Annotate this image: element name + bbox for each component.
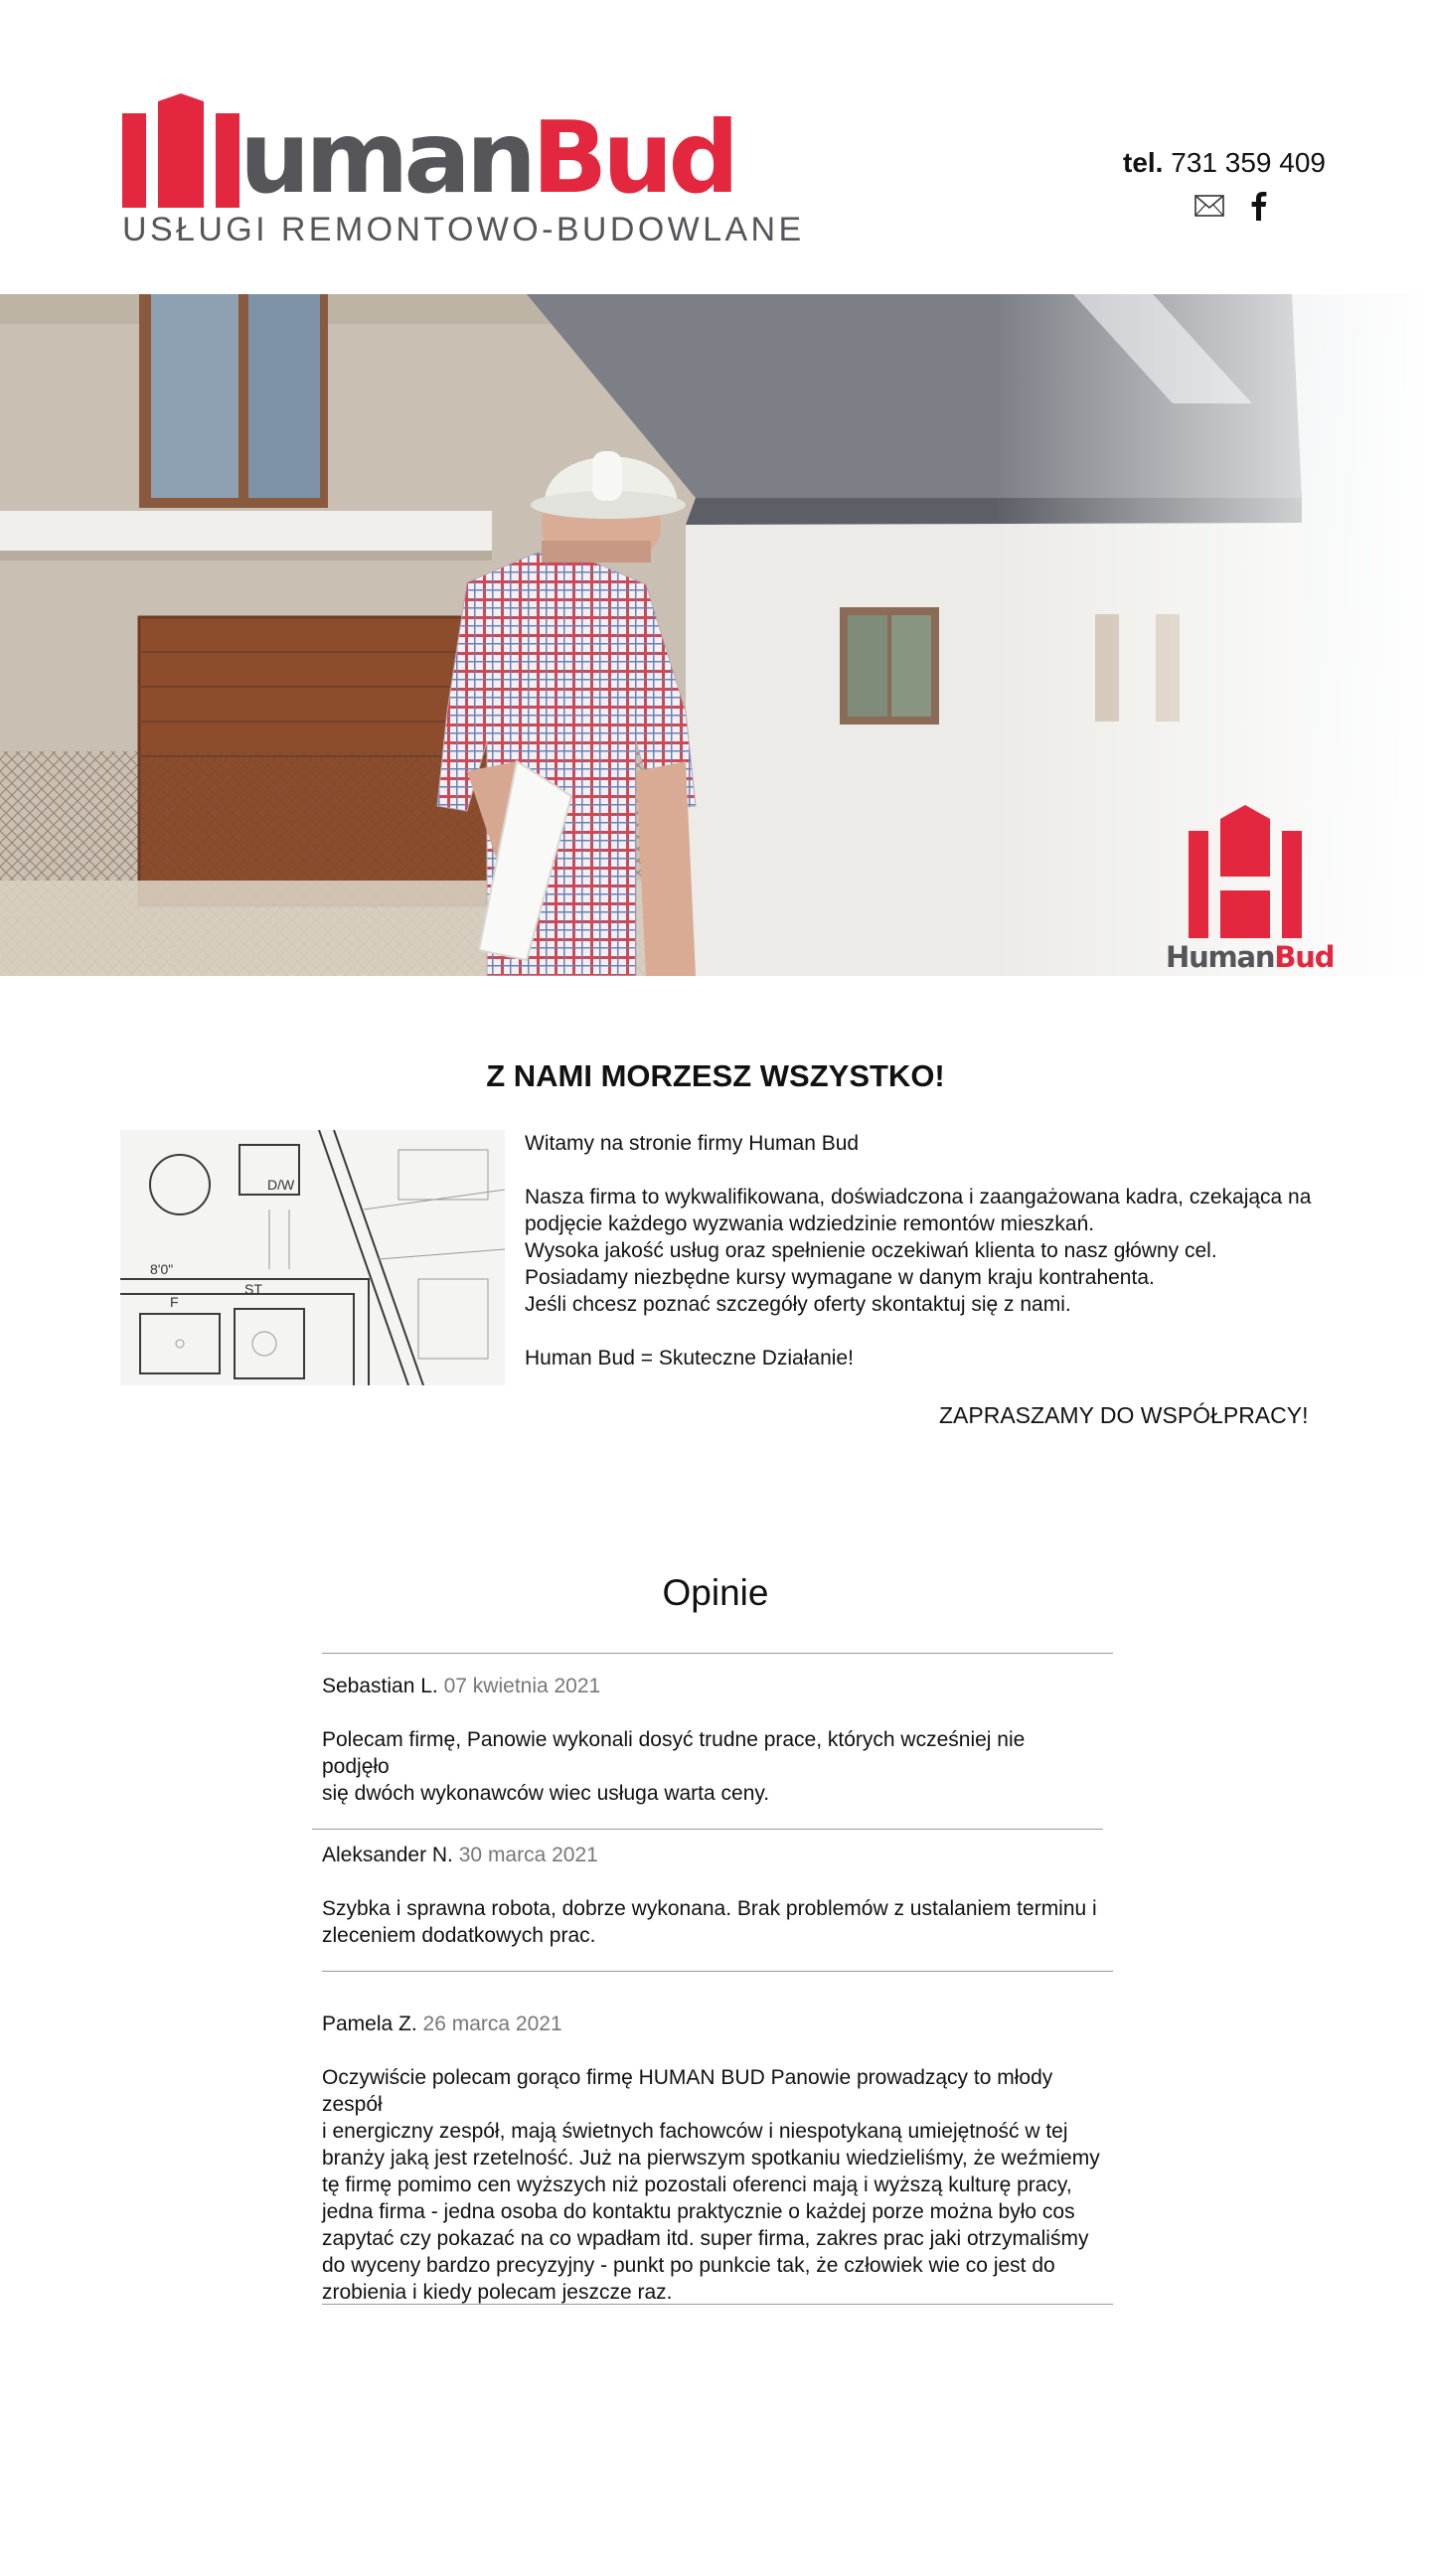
intro-motto: Human Bud = Skuteczne Działanie!	[525, 1347, 854, 1369]
intro-text: Witamy na stronie firmy Human Bud Nasza …	[525, 1130, 1330, 1371]
logo-wordmark: umanBud	[239, 103, 739, 213]
intro-line: Wysoka jakość usług oraz spełnienie ocze…	[525, 1239, 1217, 1262]
opinion-divider	[322, 1653, 1113, 1654]
intro-line: Jeśli chcesz poznać szczegóły oferty sko…	[525, 1293, 1071, 1316]
opinion-body: Szybka i sprawna robota, dobrze wykonana…	[322, 1895, 1113, 1949]
opinion-date: 26 marca 2021	[422, 2012, 562, 2035]
opinion-line: jedna firma - jedna osoba do kontaktu pr…	[322, 2200, 1075, 2223]
opinion-line: zapytać czy pokazać na co wpadłam itd. s…	[322, 2227, 1089, 2250]
opinion-line: tę firmę pomimo cen wyższych niż pozosta…	[322, 2174, 1072, 2196]
site-header: umanBud USŁUGI REMONTOWO-BUDOWLANE tel. …	[0, 0, 1431, 294]
svg-text:F: F	[170, 1294, 179, 1310]
opinion-line: zrobienia i kiedy polecam jeszcze raz.	[322, 2281, 673, 2304]
opinion-item: Pamela Z. 26 marca 2021 Oczywiście polec…	[322, 2011, 1113, 2306]
svg-text:D/W: D/W	[267, 1177, 295, 1193]
logo-tagline: USŁUGI REMONTOWO-BUDOWLANE	[122, 211, 805, 248]
blueprint-image: 8'0" F D/W ST	[120, 1130, 505, 1385]
phone-line[interactable]: tel. 731 359 409	[1123, 147, 1342, 179]
opinion-author: Sebastian L.	[322, 1675, 438, 1697]
opinion-line: Polecam firmę, Panowie wykonali dosyć tr…	[322, 1728, 1026, 1751]
intro-title: Z NAMI MORZESZ WSZYSTKO!	[486, 1058, 945, 1093]
phone-label: tel.	[1123, 147, 1164, 178]
hero-banner: HumanBud	[0, 294, 1431, 976]
opinion-line: zleceniem dodatkowych prac.	[322, 1924, 596, 1947]
opinion-divider	[312, 1829, 1103, 1830]
opinion-body: Oczywiście polecam gorąco firmę HUMAN BU…	[322, 2064, 1113, 2306]
contact-box: tel. 731 359 409	[1123, 147, 1342, 221]
svg-text:8'0": 8'0"	[150, 1261, 173, 1277]
facebook-icon[interactable]	[1248, 191, 1268, 221]
opinion-header: Aleksander N. 30 marca 2021	[322, 1842, 1113, 1868]
opinion-divider	[322, 2304, 1113, 2305]
logo-house-h-icon	[122, 93, 239, 208]
opinion-line: Szybka i sprawna robota, dobrze wykonana…	[322, 1897, 1097, 1920]
opinion-line: i energiczny zespół, mają świetnych fach…	[322, 2120, 1068, 2143]
svg-text:ST: ST	[244, 1281, 262, 1297]
opinion-author: Pamela Z.	[322, 2012, 417, 2035]
intro-line: podjęcie każdego wyzwania wdziedzinie re…	[525, 1212, 1095, 1235]
hero-photo	[0, 294, 1431, 976]
mail-icon[interactable]	[1194, 195, 1224, 217]
opinion-line: się dwóch wykonawców wiec usługa warta c…	[322, 1782, 770, 1805]
phone-number: 731 359 409	[1171, 147, 1326, 178]
opinion-author: Aleksander N.	[322, 1844, 453, 1866]
opinions-title: Opinie	[662, 1572, 769, 1613]
opinion-header: Sebastian L. 07 kwietnia 2021	[322, 1673, 1113, 1699]
opinion-line: Oczywiście polecam gorąco firmę HUMAN BU…	[322, 2066, 1053, 2116]
opinion-date: 07 kwietnia 2021	[443, 1675, 601, 1697]
opinion-item: Aleksander N. 30 marca 2021 Szybka i spr…	[322, 1842, 1113, 1949]
opinion-line: do wyceny bardzo precyzyjny - punkt po p…	[322, 2254, 1055, 2277]
cooperation-invite: ZAPRASZAMY DO WSPÓŁPRACY!	[939, 1402, 1309, 1428]
hero-badge-text: HumanBud	[1166, 940, 1335, 974]
opinion-header: Pamela Z. 26 marca 2021	[322, 2011, 1113, 2037]
intro-line: Nasza firma to wykwalifikowana, doświadc…	[525, 1186, 1312, 1208]
logo-word-bud: Bud	[532, 99, 739, 216]
opinion-line: podjęło	[322, 1755, 390, 1778]
opinion-date: 30 marca 2021	[458, 1844, 598, 1866]
intro-welcome: Witamy na stronie firmy Human Bud	[525, 1132, 860, 1155]
opinion-item: Sebastian L. 07 kwietnia 2021 Polecam fi…	[322, 1673, 1113, 1807]
opinion-body: Polecam firmę, Panowie wykonali dosyć tr…	[322, 1726, 1113, 1807]
hero-badge-text-bud: Bud	[1274, 940, 1335, 974]
social-links	[1194, 191, 1284, 223]
logo-word-human: uman	[239, 99, 537, 216]
intro-line: Posiadamy niezbędne kursy wymagane w dan…	[525, 1266, 1155, 1289]
hero-badge-text-human: Human	[1166, 940, 1276, 974]
site-logo[interactable]: umanBud USŁUGI REMONTOWO-BUDOWLANE	[122, 93, 801, 252]
opinion-divider	[322, 1971, 1113, 1972]
opinion-line: branży jaką jest rzetelność. Już na pier…	[322, 2147, 1100, 2170]
